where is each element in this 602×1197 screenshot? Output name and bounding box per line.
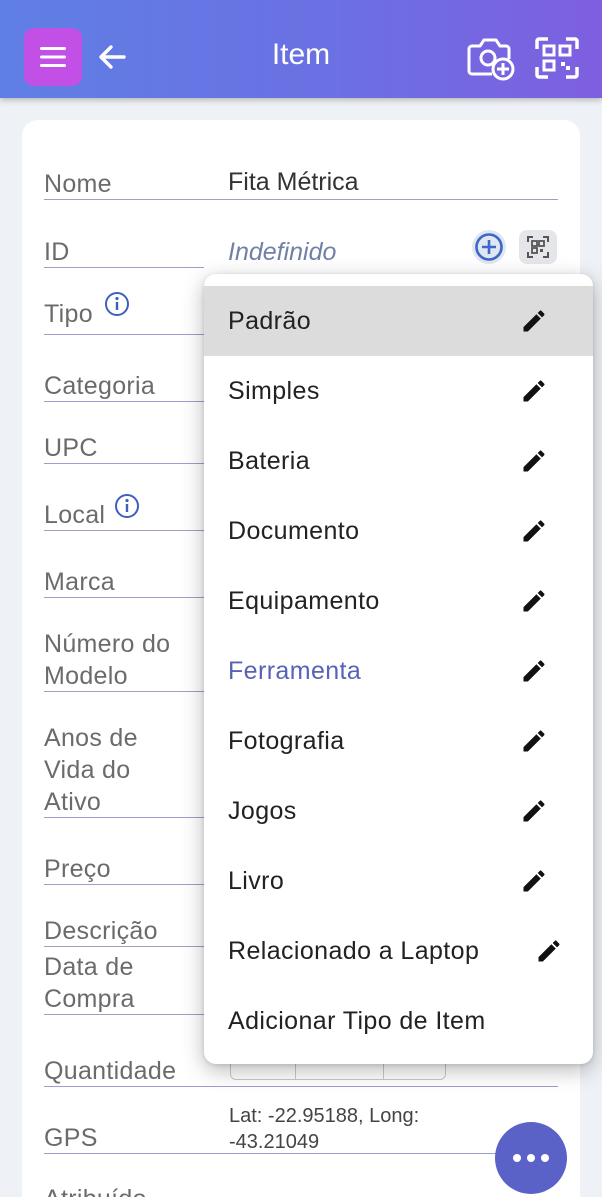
category-underline [44, 401, 204, 402]
life-underline [44, 817, 204, 818]
purchase-label-line1: Data de [44, 953, 134, 981]
dropdown-item-equipamento[interactable]: Equipamento [204, 566, 593, 636]
dropdown-item-label: Adicionar Tipo de Item [228, 1006, 486, 1035]
dropdown-item-fotografia[interactable]: Fotografia [204, 706, 593, 776]
fab-dot [527, 1154, 535, 1162]
dropdown-item-simples[interactable]: Simples [204, 356, 593, 426]
life-label-line1: Anos de [44, 724, 138, 752]
dropdown-item-label: Relacionado a Laptop [228, 936, 480, 965]
attributed-label: Atribuído [44, 1183, 147, 1197]
description-label: Descrição [44, 917, 158, 945]
generate-id-button[interactable] [472, 230, 506, 264]
gps-value: Lat: -22.95188, Long: -43.21049 [229, 1103, 419, 1155]
dropdown-item-label: Bateria [228, 446, 311, 475]
type-underline [44, 334, 204, 335]
info-icon[interactable] [114, 493, 140, 519]
add-photo-button[interactable] [466, 34, 516, 82]
pencil-icon[interactable] [535, 937, 563, 965]
dropdown-item-label: Documento [228, 516, 360, 545]
price-label: Preço [44, 855, 111, 883]
description-underline [44, 946, 204, 947]
dropdown-item-label: Equipamento [228, 586, 380, 615]
purchase-underline [44, 1014, 204, 1015]
life-label-line3: Ativo [44, 788, 102, 816]
more-actions-button[interactable] [495, 1122, 567, 1194]
scan-id-button[interactable] [519, 230, 557, 264]
more-horizontal-icon [513, 1154, 521, 1162]
type-label: Tipo [44, 300, 93, 328]
pencil-icon[interactable] [520, 797, 548, 825]
name-underline [44, 199, 558, 200]
location-underline [44, 530, 204, 531]
quantity-label: Quantidade [44, 1057, 177, 1085]
name-input[interactable]: Fita Métrica [228, 168, 359, 197]
brand-underline [44, 597, 204, 598]
gps-line-2: -43.21049 [229, 1131, 320, 1153]
dropdown-item-padrao[interactable]: Padrão [204, 286, 593, 356]
id-input[interactable]: Indefinido [228, 238, 336, 267]
info-icon[interactable] [104, 291, 130, 317]
pencil-icon[interactable] [520, 377, 548, 405]
dropdown-item-livro[interactable]: Livro [204, 846, 593, 916]
dropdown-item-label: Fotografia [228, 726, 345, 755]
price-underline [44, 884, 204, 885]
dropdown-item-label: Livro [228, 866, 285, 895]
brand-label: Marca [44, 568, 115, 596]
id-label: ID [44, 238, 70, 266]
camera-add-icon [467, 38, 515, 81]
name-label: Nome [44, 170, 112, 198]
model-label-line1: Número do [44, 630, 171, 658]
fab-dot [541, 1154, 549, 1162]
qr-scan-icon [535, 37, 579, 79]
dropdown-item-jogos[interactable]: Jogos [204, 776, 593, 846]
purchase-label-line2: Compra [44, 985, 135, 1013]
life-label-line2: Vida do [44, 756, 131, 784]
quantity-underline [44, 1086, 558, 1087]
model-label-line2: Modelo [44, 662, 128, 690]
dropdown-item-label: Ferramenta [228, 656, 362, 685]
location-label: Local [44, 501, 106, 529]
pencil-icon[interactable] [520, 447, 548, 475]
pencil-icon[interactable] [520, 727, 548, 755]
dropdown-item-documento[interactable]: Documento [204, 496, 593, 566]
app-header: Item [0, 0, 602, 98]
dropdown-item-label: Padrão [228, 306, 312, 335]
id-underline [44, 267, 204, 268]
model-underline [44, 691, 204, 692]
pencil-icon[interactable] [520, 307, 548, 335]
item-type-dropdown: Padrão Simples Bateria Documento Equipam… [204, 274, 593, 1064]
plus-circle-icon [475, 233, 503, 261]
dropdown-item-label: Simples [228, 376, 320, 405]
pencil-icon[interactable] [520, 517, 548, 545]
scan-button[interactable] [534, 36, 580, 80]
dropdown-item-relacionado-a-laptop[interactable]: Relacionado a Laptop [204, 916, 593, 986]
gps-label: GPS [44, 1124, 98, 1152]
add-item-type-option[interactable]: Adicionar Tipo de Item [204, 986, 593, 1056]
pencil-icon[interactable] [520, 587, 548, 615]
pencil-icon[interactable] [520, 867, 548, 895]
dropdown-item-label: Jogos [228, 796, 297, 825]
dropdown-item-bateria[interactable]: Bateria [204, 426, 593, 496]
upc-underline [44, 463, 204, 464]
pencil-icon[interactable] [520, 657, 548, 685]
dropdown-item-ferramenta[interactable]: Ferramenta [204, 636, 593, 706]
category-label: Categoria [44, 372, 156, 400]
gps-line-1: Lat: -22.95188, Long: [229, 1105, 420, 1127]
upc-label: UPC [44, 434, 98, 462]
gps-underline [44, 1153, 558, 1154]
qr-scan-icon [527, 236, 549, 258]
